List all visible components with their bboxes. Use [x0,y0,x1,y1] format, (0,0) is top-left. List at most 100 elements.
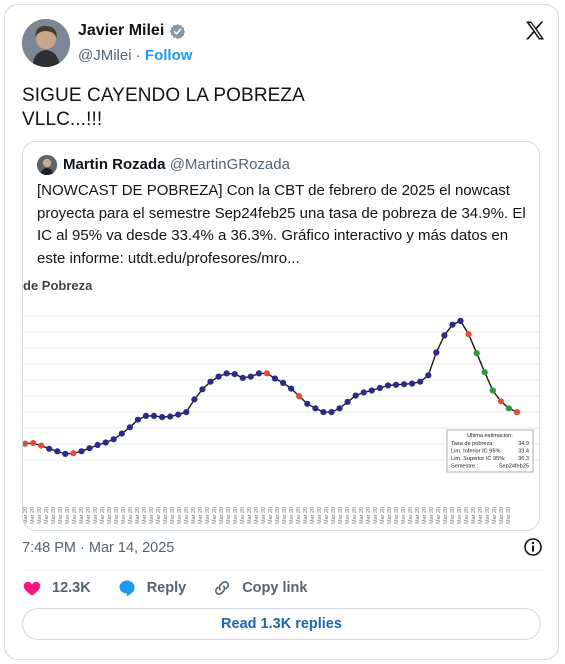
info-icon[interactable] [523,537,543,557]
tweet-text: SIGUE CAYENDO LA POBREZA VLLC...!!! [22,84,305,132]
x-tick-label: Mar 20 [142,507,148,524]
data-point [70,450,77,457]
x-tick-label: Mar 20 [163,507,169,524]
x-tick-label: Mar 20 [401,507,407,524]
x-tick-label: Mar 20 [296,507,302,524]
data-point [368,387,375,394]
x-tick-label: Mar 20 [65,507,71,524]
data-point [320,409,327,416]
data-point [255,370,262,377]
tooltip-label: Lim. Inferior IC 95%: [451,449,502,455]
x-tick-label: Mar 20 [93,507,99,524]
data-point [239,374,246,381]
data-point [223,370,230,377]
tooltip-label: Tasa de pobreza: [451,441,494,447]
data-point [23,440,29,447]
data-point [207,378,214,385]
x-tick-label: Mar 20 [387,507,393,524]
data-point [167,413,174,420]
quoted-line[interactable]: este informe: utdt.edu/profesores/mro... [37,248,532,271]
data-point [328,409,335,416]
data-point [352,392,359,399]
copy-link-label: Copy link [242,580,308,596]
data-point [449,321,456,328]
x-tick-label: Mar 20 [72,507,78,524]
author-avatar[interactable] [22,19,70,67]
quoted-line: proyecta para el semestre Sep24feb25 una… [37,204,526,222]
copy-link-button[interactable]: Copy link [212,578,307,598]
x-tick-label: Mar 20 [247,507,253,524]
x-tick-label: Mar 20 [408,507,414,524]
data-point [247,373,254,380]
data-point [126,424,133,431]
x-tick-label: Mar 20 [198,507,204,524]
x-tick-label: Mar 20 [156,507,162,524]
x-tick-label: Mar 20 [506,507,512,524]
data-point [263,370,271,377]
x-tick-label: Mar 20 [324,507,330,524]
quoted-author-avatar[interactable] [37,155,57,175]
data-point [417,378,424,385]
quoted-author-row: Martin Rozada @MartinGRozada [63,156,290,173]
x-tick-label: Mar 20 [219,507,225,524]
quoted-line: IC al 95% va desde 33.4% a 36.3%. Gráfic… [37,227,509,244]
x-tick-label: Mar 20 [37,507,43,524]
data-point [384,382,392,389]
follow-button[interactable]: Follow [145,47,193,64]
x-tick-label: Mar 20 [443,507,449,524]
like-button[interactable]: 12.3K [22,578,91,598]
data-point [409,380,416,387]
like-count: 12.3K [52,580,91,596]
data-point [344,398,351,405]
data-point [489,387,496,394]
quoted-tweet[interactable]: Martin Rozada @MartinGRozada [NOWCAST DE… [22,141,540,531]
x-tick-label: Mar 20 [86,507,92,524]
data-point [441,332,448,339]
x-tick-label: Mar 20 [114,507,120,524]
data-point [376,384,383,392]
quoted-text: [NOWCAST DE POBREZA] Con la CBT de febre… [37,180,532,270]
x-tick-label: Mar 20 [338,507,344,524]
x-tick-label: Mar 20 [184,507,190,524]
tooltip-value: 34.9 [518,441,529,447]
tooltip-header: Ultima estimacion: [467,433,513,439]
tweet-line: VLLC...!!! [22,109,103,130]
reply-button[interactable]: Reply [117,578,187,598]
x-tick-label: Mar 20 [436,507,442,524]
x-tick-label: Mar 20 [464,507,470,524]
x-tick-label: Mar 20 [317,507,323,524]
x-tick-label: Mar 20 [310,507,316,524]
x-tick-label: Mar 20 [261,507,267,524]
data-point [473,350,480,357]
x-tick-label: Mar 20 [352,507,358,524]
x-tick-label: Mar 20 [289,507,295,524]
data-point [304,400,311,407]
x-tick-label: Mar 20 [58,507,64,524]
x-tick-label: Mar 20 [121,507,127,524]
data-point [86,445,93,452]
x-tick-label: Mar 20 [457,507,463,524]
x-tick-label: Mar 20 [394,507,400,524]
x-tick-label: Mar 20 [254,507,260,524]
data-point [62,450,69,457]
data-point [159,414,166,421]
read-replies-button[interactable]: Read 1.3K replies [22,608,541,640]
x-tick-label: Mar 20 [268,507,274,524]
author-name[interactable]: Javier Milei [78,22,164,40]
data-point [142,412,150,419]
chart-title: de Pobreza [23,278,93,293]
tweet-timestamp[interactable]: 7:48 PM · Mar 14, 2025 [22,540,174,556]
x-logo-icon[interactable] [523,19,547,43]
reply-label: Reply [146,580,187,596]
x-tick-label: Mar 20 [128,507,134,524]
x-tick-label: Mar 20 [100,507,106,524]
x-tick-label: Mar 20 [240,507,246,524]
quoted-author-name[interactable]: Martin Rozada [63,156,166,173]
data-point [497,398,504,405]
x-tick-label: Mar 20 [499,507,505,524]
author-handle[interactable]: @JMilei [78,47,132,64]
quoted-author-handle[interactable]: @MartinGRozada [170,156,290,173]
author-name-row: Javier Milei [78,22,186,40]
link-icon [215,581,230,595]
x-tick-label: Mar 20 [107,507,113,524]
